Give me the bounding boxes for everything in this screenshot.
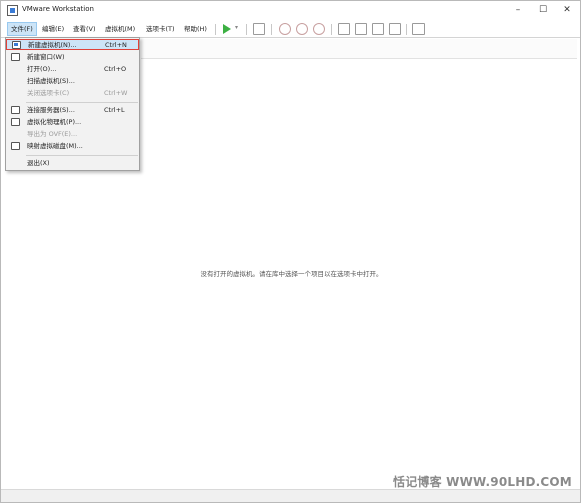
unity-icon[interactable] — [389, 23, 401, 35]
menu-help[interactable]: 帮助(H) — [181, 22, 210, 36]
virtualize-icon — [11, 118, 20, 126]
revert-snapshot-icon[interactable] — [296, 23, 308, 35]
snapshot-manager-icon[interactable] — [313, 23, 325, 35]
toolbar-separator — [215, 24, 216, 35]
menu-item-virtualize-pc[interactable]: 虚拟化物理机(P)... — [6, 117, 139, 128]
sidebar-toggle-icon[interactable] — [338, 23, 350, 35]
menu-item-new-window[interactable]: 新建窗口(W) — [6, 52, 139, 63]
menu-bar: 文件(F) 编辑(E) 查看(V) 虚拟机(M) 选项卡(T) 帮助(H) ▾ — [1, 20, 580, 38]
menu-edit[interactable]: 编辑(E) — [39, 22, 67, 36]
app-window: VMware Workstation – ☐ ✕ 文件(F) 编辑(E) 查看(… — [0, 0, 581, 503]
minimize-button[interactable]: – — [506, 3, 530, 18]
file-menu-dropdown: 新建虚拟机(N)... Ctrl+N 新建窗口(W) 打开(O)... Ctrl… — [5, 37, 140, 171]
disk-icon — [11, 142, 20, 150]
menu-item-export-ovf: 导出为 OVF(E)... — [27, 130, 78, 138]
menu-tabs[interactable]: 选项卡(T) — [143, 22, 178, 36]
watermark: 恬记博客 WWW.90LHD.COM — [393, 475, 572, 489]
menu-item-map-disk[interactable]: 映射虚拟磁盘(M)... — [6, 141, 139, 152]
tab-strip — [141, 39, 577, 59]
empty-state-message: 没有打开的虚拟机。请在库中选择一个项目以在选项卡中打开。 — [200, 270, 383, 278]
window-title: VMware Workstation — [22, 5, 94, 13]
send-keys-icon[interactable] — [253, 23, 265, 35]
power-on-icon[interactable] — [223, 24, 231, 34]
menu-item-exit[interactable]: 退出(X) — [6, 158, 139, 169]
snapshot-icon[interactable] — [279, 23, 291, 35]
toolbar-separator — [246, 24, 247, 35]
menu-view[interactable]: 查看(V) — [70, 22, 99, 36]
toolbar-separator — [331, 24, 332, 35]
console-view-icon[interactable] — [412, 23, 425, 35]
menu-item-new-vm[interactable]: 新建虚拟机(N)... Ctrl+N — [6, 39, 139, 50]
menu-separator — [26, 155, 138, 156]
toolbar-separator — [271, 24, 272, 35]
menu-item-close-tab: 关闭选项卡(C) Ctrl+W — [27, 89, 128, 97]
new-window-icon — [11, 53, 20, 61]
new-vm-icon — [12, 41, 21, 49]
menu-item-open[interactable]: 打开(O)... Ctrl+O — [6, 64, 139, 75]
title-bar: VMware Workstation – ☐ ✕ — [1, 1, 580, 20]
menu-vm[interactable]: 虚拟机(M) — [102, 22, 138, 36]
status-bar — [1, 489, 580, 502]
menu-file[interactable]: 文件(F) — [7, 22, 37, 36]
server-icon — [11, 106, 20, 114]
close-button[interactable]: ✕ — [555, 3, 579, 18]
thumbnail-bar-icon[interactable] — [355, 23, 367, 35]
menu-item-scan-vms[interactable]: 扫描虚拟机(S)... — [6, 76, 139, 87]
fullscreen-icon[interactable] — [372, 23, 384, 35]
menu-item-connect-server[interactable]: 连接服务器(S)... Ctrl+L — [6, 105, 139, 116]
maximize-button[interactable]: ☐ — [531, 3, 555, 18]
toolbar-separator — [406, 24, 407, 35]
vmware-app-icon — [7, 5, 18, 16]
menu-separator — [26, 102, 138, 103]
